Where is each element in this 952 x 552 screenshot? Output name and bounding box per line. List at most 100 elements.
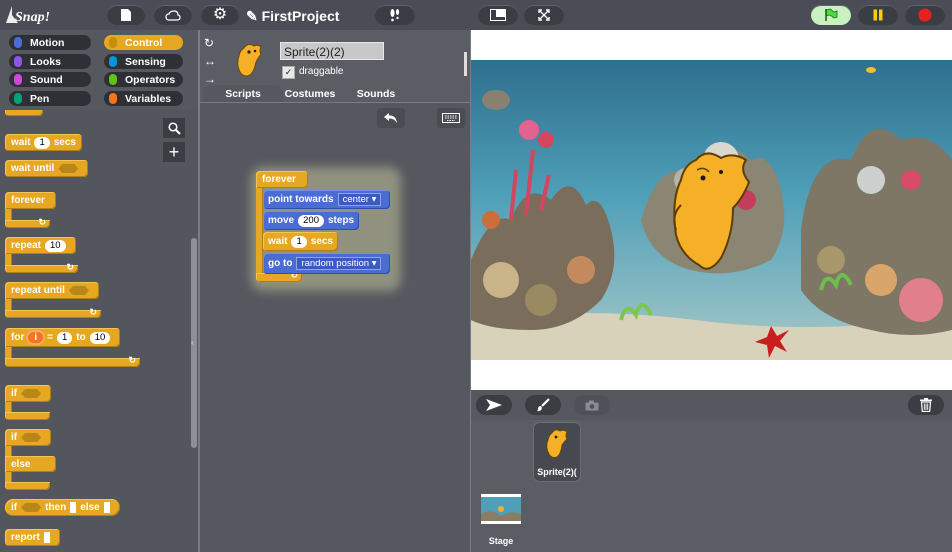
motion-color-dot	[14, 37, 22, 48]
palette-block-partial[interactable]	[5, 110, 43, 116]
stage-thumbnail	[481, 494, 521, 524]
target-dropdown[interactable]: center ▾	[337, 193, 382, 206]
undo-button[interactable]	[377, 108, 405, 128]
block-text: secs	[310, 236, 333, 247]
boolean-slot[interactable]	[21, 433, 42, 442]
paint-new-sprite-button[interactable]	[525, 395, 561, 415]
for-variable[interactable]: i	[28, 332, 44, 343]
cloud-button[interactable]	[154, 5, 192, 25]
block-number-slot[interactable]: 1	[56, 331, 73, 344]
cloud-icon	[165, 9, 181, 21]
sprite-bar-scrollbar[interactable]	[464, 52, 467, 76]
palette-for-block[interactable]: for i = 1 to 10	[5, 328, 121, 347]
turtle-arrow-icon	[486, 399, 502, 411]
delete-sprite-button[interactable]	[908, 395, 944, 415]
palette-wait-secs-block[interactable]: wait 1 secs	[5, 134, 82, 151]
block-text: point	[268, 194, 293, 205]
block-text: towards	[295, 194, 334, 205]
dropdown-value: random position	[301, 258, 370, 269]
any-slot[interactable]	[70, 502, 77, 513]
point-towards-block[interactable]: point towards center ▾	[263, 190, 391, 209]
any-slot[interactable]	[103, 502, 110, 513]
sprite-icon-selected[interactable]: Sprite(2)(	[533, 422, 581, 482]
palette-wait-until-block[interactable]: wait until	[5, 160, 89, 177]
palette-if-block[interactable]: if	[5, 385, 52, 402]
move-steps-block[interactable]: move 200 steps	[263, 211, 360, 230]
any-slot[interactable]	[43, 532, 50, 543]
go-to-block[interactable]: go to random position ▾	[263, 253, 391, 274]
boolean-slot[interactable]	[21, 503, 42, 512]
category-control[interactable]: Control	[104, 35, 183, 50]
block-text: repeat until	[11, 285, 65, 296]
boolean-slot[interactable]	[68, 286, 89, 295]
block-text: repeat	[11, 240, 42, 251]
stage-size-button[interactable]	[478, 5, 518, 25]
looks-color-dot	[14, 56, 22, 67]
block-number-slot[interactable]: 1	[291, 235, 307, 248]
pause-button[interactable]	[858, 5, 898, 25]
c-slot-bottom	[5, 482, 50, 490]
category-variables[interactable]: Variables	[104, 91, 183, 106]
sprite-name-field[interactable]: Sprite(2)(2)	[280, 42, 384, 60]
search-blocks-button[interactable]	[163, 118, 185, 138]
block-number-slot[interactable]: 10	[45, 239, 66, 252]
draggable-checkbox[interactable]: ✓	[282, 66, 295, 79]
stage-icon[interactable]	[481, 494, 521, 524]
block-text: move	[268, 215, 295, 226]
category-sound[interactable]: Sound	[9, 72, 91, 87]
block-text: if	[11, 432, 18, 443]
target-dropdown[interactable]: random position ▾	[296, 257, 382, 270]
block-number-slot[interactable]: 10	[89, 331, 111, 344]
rotate-icon[interactable]: ↻	[204, 34, 216, 52]
file-menu-button[interactable]	[107, 5, 145, 25]
boolean-slot[interactable]	[58, 164, 79, 173]
palette-forever-block[interactable]: forever	[5, 192, 56, 209]
category-sensing[interactable]: Sensing	[104, 54, 183, 69]
wait-secs-block[interactable]: wait 1 secs	[263, 232, 338, 251]
stage[interactable]	[471, 30, 952, 390]
resize-handle[interactable]: ‹	[191, 338, 196, 348]
c-slot-bottom: ↻	[5, 217, 50, 228]
block-palette: wait 1 secs wait until forever ↻ repeat 10 …	[0, 110, 198, 552]
fullscreen-icon	[538, 9, 550, 21]
c-slot-bottom: ↻	[5, 355, 140, 367]
pen-color-dot	[14, 93, 22, 104]
category-motion[interactable]: Motion	[9, 35, 91, 50]
boolean-slot[interactable]	[21, 389, 42, 398]
palette-report-block[interactable]: report	[5, 529, 60, 546]
block-number-slot[interactable]: 200	[298, 214, 324, 227]
stop-button[interactable]	[905, 5, 945, 25]
make-block-button[interactable]: +	[163, 142, 185, 162]
scripting-area[interactable]: forever ↻ point towards center ▾ move 200…	[200, 103, 470, 552]
palette-if-then-else-reporter[interactable]: if then else	[5, 499, 120, 516]
block-number-slot[interactable]: 1	[34, 136, 50, 149]
tab-sounds[interactable]: Sounds	[350, 85, 402, 102]
tab-label: Scripts	[225, 87, 261, 100]
category-operators[interactable]: Operators	[104, 72, 183, 87]
rotation-style-buttons: ↻ ↔ →	[204, 34, 216, 88]
sprite-corral: Sprite(2)( Stage	[471, 420, 952, 552]
palette-if-else-block[interactable]: if	[5, 429, 52, 446]
green-flag-button[interactable]	[811, 5, 851, 25]
unused-blocks-button[interactable]	[375, 5, 415, 25]
left-right-icon[interactable]: ↔	[204, 52, 216, 70]
tab-costumes[interactable]: Costumes	[284, 85, 336, 102]
script-forever-block[interactable]: forever	[256, 171, 308, 188]
file-icon	[121, 9, 131, 21]
sprite-thumbnail	[237, 43, 262, 77]
category-looks[interactable]: Looks	[9, 54, 91, 69]
snap-logo[interactable]: Snap!	[4, 3, 50, 27]
block-text: forever	[11, 195, 45, 206]
palette-repeat-until-block[interactable]: repeat until	[5, 282, 99, 299]
settings-button[interactable]: ⚙	[201, 5, 239, 25]
keyboard-entry-button[interactable]	[437, 108, 465, 128]
category-pen[interactable]: Pen	[9, 91, 91, 106]
category-label: Sound	[30, 73, 63, 86]
add-turtle-sprite-button[interactable]	[476, 395, 512, 415]
camera-sprite-button[interactable]	[574, 395, 610, 415]
block-text: else	[80, 502, 100, 513]
tab-scripts[interactable]: Scripts	[203, 85, 283, 102]
operators-color-dot	[109, 74, 117, 85]
palette-repeat-block[interactable]: repeat 10	[5, 237, 76, 254]
presentation-mode-button[interactable]	[524, 5, 564, 25]
